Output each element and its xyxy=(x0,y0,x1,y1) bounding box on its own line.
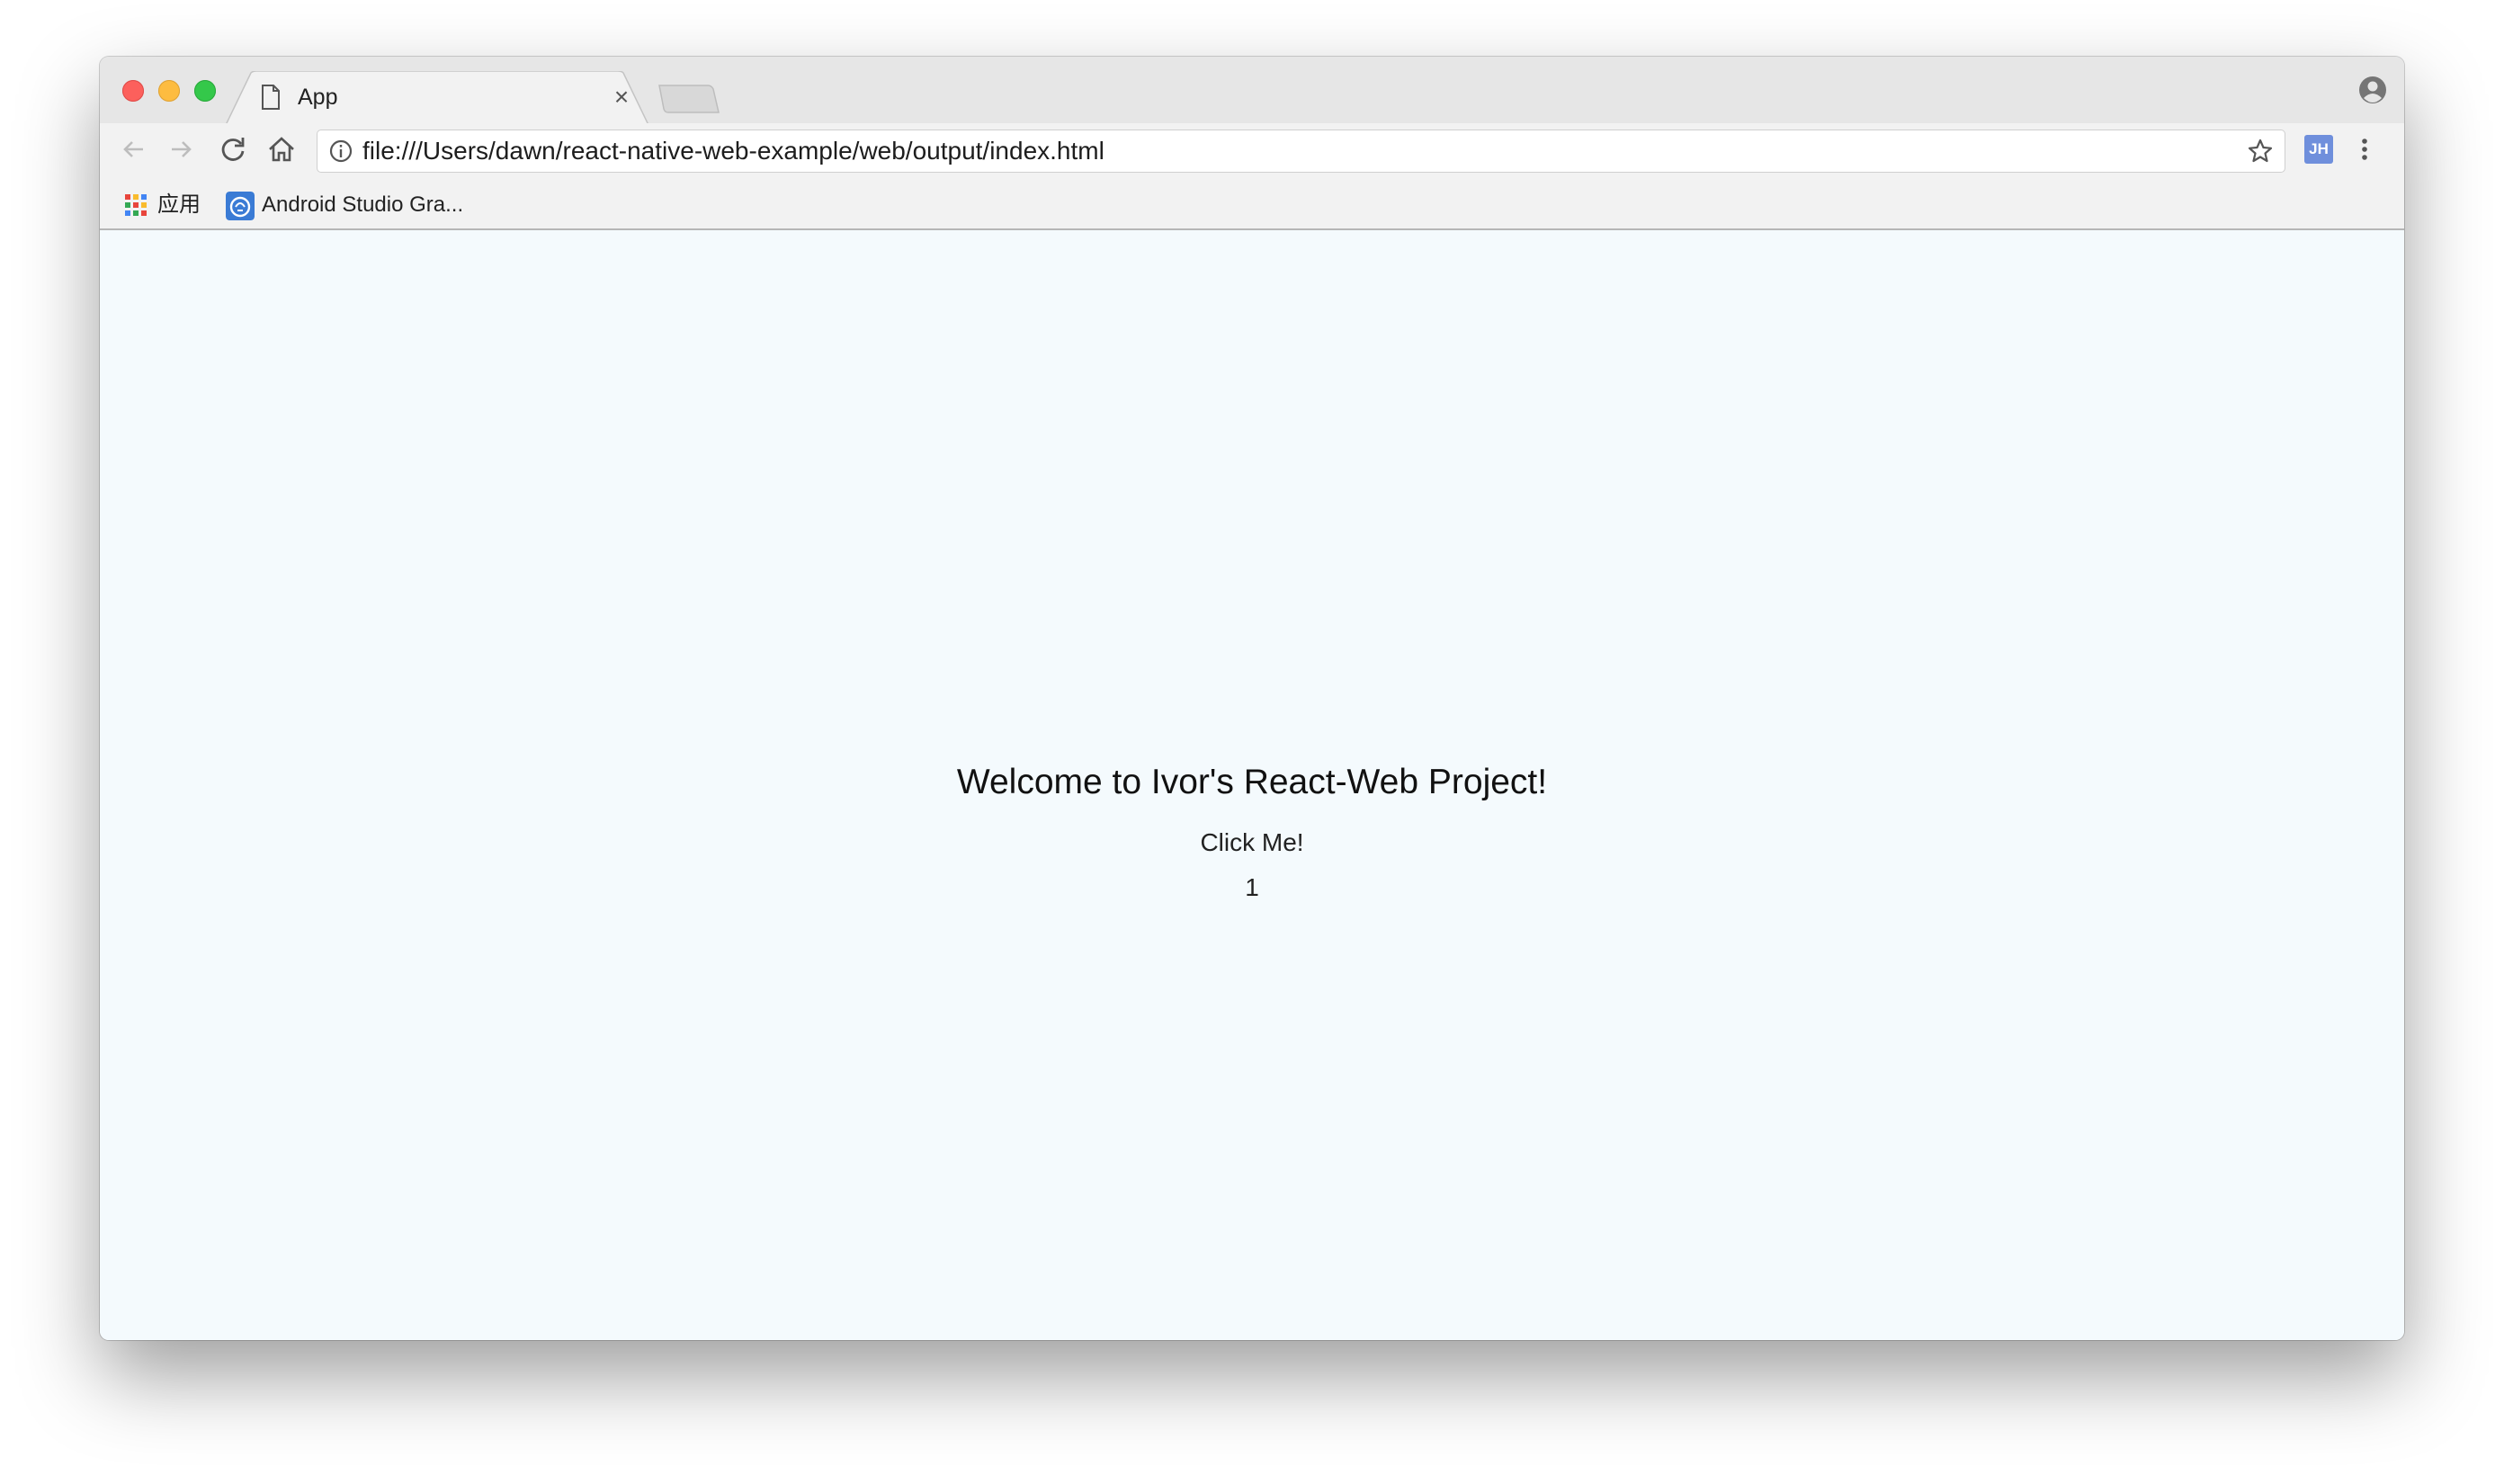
welcome-heading: Welcome to Ivor's React-Web Project! xyxy=(956,763,1548,801)
back-arrow-icon[interactable] xyxy=(118,134,148,165)
star-icon[interactable] xyxy=(2247,138,2274,165)
window-maximize-button[interactable] xyxy=(194,80,216,102)
home-icon[interactable] xyxy=(266,134,297,165)
address-bar[interactable]: file:///Users/dawn/react-native-web-exam… xyxy=(317,130,2285,172)
reload-icon[interactable] xyxy=(218,134,248,165)
page-icon xyxy=(262,85,280,110)
bookmark-favicon xyxy=(226,192,255,220)
tab-strip: App × xyxy=(100,57,2404,125)
apps-grid-icon[interactable] xyxy=(123,192,148,218)
profile-icon[interactable] xyxy=(2357,75,2388,105)
info-icon[interactable] xyxy=(328,139,353,164)
window-minimize-button[interactable] xyxy=(158,80,180,102)
bookmark-android-studio[interactable]: Android Studio Gra... xyxy=(262,192,463,219)
extension-icon[interactable]: JH xyxy=(2304,135,2333,164)
url-text[interactable]: file:///Users/dawn/react-native-web-exam… xyxy=(362,130,1104,172)
click-me-button[interactable]: Click Me! xyxy=(1200,827,1303,858)
tab-title: App xyxy=(298,85,338,110)
click-counter: 1 xyxy=(1245,873,1259,901)
new-tab-button[interactable] xyxy=(657,84,720,114)
toolbar: file:///Users/dawn/react-native-web-exam… xyxy=(100,123,2404,174)
tab-app[interactable] xyxy=(226,71,648,125)
tab-close-icon[interactable]: × xyxy=(608,84,635,111)
more-menu-icon[interactable] xyxy=(2356,134,2374,165)
forward-arrow-icon[interactable] xyxy=(166,134,197,165)
window-close-button[interactable] xyxy=(122,80,144,102)
browser-window: App × file:///Users/dawn/react-native-we… xyxy=(100,57,2404,1340)
bookmark-apps[interactable]: 应用 xyxy=(157,192,201,219)
page-content: Welcome to Ivor's React-Web Project! Cli… xyxy=(100,230,2404,1340)
